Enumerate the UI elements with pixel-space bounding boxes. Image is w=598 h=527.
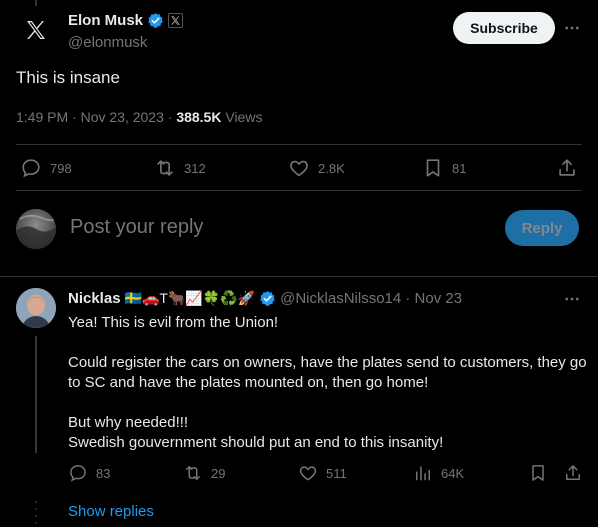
repost-icon — [157, 160, 173, 176]
reply-count: 798 — [50, 160, 72, 176]
thread-line — [35, 0, 37, 6]
share-icon — [566, 465, 580, 480]
comment-bookmark-button[interactable] — [528, 463, 548, 483]
comment-repost-count: 29 — [211, 465, 226, 481]
comment-repost-action[interactable]: 29 — [183, 463, 225, 483]
thread-line — [35, 336, 37, 453]
comment-reply-action[interactable]: 83 — [68, 463, 110, 483]
more-icon[interactable] — [560, 16, 584, 40]
views-count: 388.5K — [176, 109, 222, 125]
repost-count: 312 — [184, 160, 206, 176]
post-meta: 1:49 PM · Nov 23, 2023 · 388.5K Views — [16, 109, 262, 125]
reply-icon — [70, 465, 86, 482]
bookmark-icon — [532, 465, 544, 481]
divider — [0, 276, 598, 277]
comment-paragraph: Could register the cars on owners, have … — [68, 354, 587, 391]
like-count: 2.8K — [318, 160, 345, 176]
show-replies-link[interactable]: Show replies — [68, 503, 154, 520]
author-name-row[interactable]: Elon Musk — [68, 12, 184, 29]
verified-badge-icon — [260, 291, 275, 306]
subscribe-button[interactable]: Subscribe — [453, 12, 555, 44]
comment-like-count: 511 — [326, 465, 347, 481]
comment-text: Yea! This is evil from the Union! Could … — [68, 313, 588, 453]
comment-like-action[interactable]: 511 — [298, 463, 347, 483]
verified-badge-icon — [148, 13, 163, 28]
share-icon — [559, 159, 575, 176]
comment-share-button[interactable] — [563, 463, 583, 483]
repost-icon — [186, 466, 200, 480]
like-icon — [290, 160, 308, 177]
thread-dots — [35, 500, 37, 524]
reply-action[interactable]: 798 — [20, 157, 72, 179]
reply-button[interactable]: Reply — [505, 210, 579, 246]
like-icon — [299, 466, 317, 481]
bookmark-action[interactable]: 81 — [422, 157, 466, 179]
comment-header: Nicklas 🇸🇪🚗T🐂📈🍀♻️🚀 @NicklasNilsso14 · No… — [68, 290, 462, 307]
current-user-avatar[interactable] — [16, 209, 56, 249]
views-icon — [416, 466, 430, 481]
reply-icon — [22, 159, 40, 178]
repost-action[interactable]: 312 — [154, 157, 206, 179]
post-text: This is insane — [16, 68, 120, 87]
views-label: Views — [221, 109, 263, 125]
x-logo-icon — [27, 21, 45, 39]
comment-paragraph: But why needed!!! Swedish gouvernment sh… — [68, 414, 444, 451]
comment-views-count: 64K — [441, 465, 465, 481]
comment-paragraph: Yea! This is evil from the Union! — [68, 314, 279, 331]
comment-handle-date[interactable]: @NicklasNilsso14 · Nov 23 — [280, 290, 462, 307]
comment-more-icon[interactable] — [560, 287, 584, 311]
comment-views-action[interactable]: 64K — [413, 463, 464, 483]
comment-author-emojis: 🇸🇪🚗T🐂📈🍀♻️🚀 — [124, 290, 256, 306]
like-action[interactable]: 2.8K — [288, 157, 345, 179]
bookmark-icon — [426, 159, 440, 177]
avatar[interactable] — [16, 10, 56, 50]
comment-avatar[interactable] — [16, 288, 56, 328]
reply-input[interactable]: Post your reply — [70, 216, 203, 239]
author-handle[interactable]: @elonmusk — [68, 34, 147, 51]
divider — [16, 190, 582, 191]
share-button[interactable] — [556, 157, 578, 179]
x-affiliate-badge-icon — [168, 13, 184, 28]
author-name[interactable]: Elon Musk — [68, 12, 143, 29]
divider — [16, 144, 582, 145]
post-timestamp[interactable]: 1:49 PM · Nov 23, 2023 · — [16, 109, 176, 125]
comment-reply-count: 83 — [96, 465, 111, 481]
comment-author-name[interactable]: Nicklas — [68, 290, 121, 307]
bookmark-count: 81 — [452, 160, 467, 176]
